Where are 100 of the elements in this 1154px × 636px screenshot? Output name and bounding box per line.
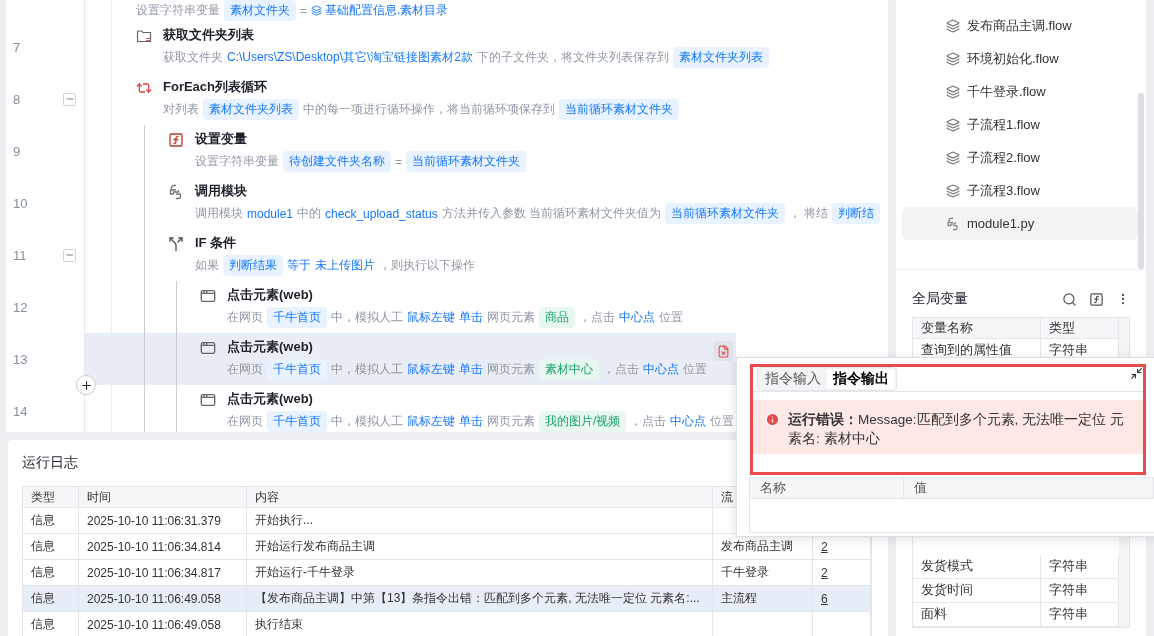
table-cell: 开始运行-千牛登录 (255, 564, 355, 581)
description-text: 中，模拟人工 (331, 309, 403, 326)
click-window-icon (200, 288, 216, 304)
description-text: ，则执行以下操作 (379, 257, 475, 274)
error-icon (765, 412, 780, 427)
layers-icon (946, 150, 960, 165)
tab[interactable]: 指令输入 (759, 369, 827, 389)
value-text: 鼠标左键 (407, 361, 455, 378)
table-cell: 开始执行... (255, 512, 313, 529)
file-item[interactable]: 千牛登录.flow (902, 75, 1138, 108)
line-number: 7 (13, 39, 21, 55)
description-text: 在网页 (227, 361, 263, 378)
value-text: 单击 (459, 413, 483, 430)
column-header: 值 (904, 478, 1154, 498)
line-link[interactable]: 2 (821, 565, 828, 580)
description-text: ，点击 (579, 309, 615, 326)
add-step-button[interactable] (76, 375, 96, 395)
collapse-toggle[interactable] (63, 248, 76, 262)
variable-tag: 待创建文件夹名称 (283, 151, 391, 172)
line-number: 9 (13, 143, 21, 159)
step-row[interactable]: 点击元素(web) 在网页 千牛首页 中，模拟人工 鼠标左键 单击 网页元素 我的图片/视频 ，点击 中心点 位置 (85, 385, 736, 432)
file-item[interactable]: module1.py (902, 207, 1138, 240)
element-tag: 素材中心 (539, 359, 599, 380)
table-cell: 发货时间 (913, 579, 1041, 602)
step-row[interactable]: 获取文件夹列表 获取文件夹 C:\Users\ZS\Desktop\其它\淘宝链接图素材2款 下的子文件夹，将文件夹列表保存到 素材文件夹列表 (85, 21, 888, 73)
search-icon[interactable] (1062, 291, 1077, 307)
description-text: 位置 (683, 361, 707, 378)
scrollbar[interactable] (1138, 93, 1144, 269)
step-title: ForEach列表循环 (163, 78, 268, 96)
error-log-button[interactable] (713, 341, 733, 361)
table-cell: 信息 (31, 564, 55, 581)
description-text: 调用模块 (195, 205, 243, 222)
description-text: 在网页 (227, 413, 263, 430)
step-row[interactable]: 调用模块 调用模块 module1 中的 check_upload_status 方法并传入参数 当前循环素材文件夹值为 当前循环素材文件夹 ， 将结 判断结 (85, 177, 888, 229)
line-link[interactable]: 6 (821, 591, 828, 606)
description-text: 位置 (710, 413, 735, 430)
file-item[interactable]: 环境初始化.flow (902, 42, 1138, 75)
value-text: check_upload_status (325, 206, 438, 221)
line-number: 14 (13, 403, 28, 419)
description-text: 中的 (297, 205, 322, 222)
table-cell: 面料 (913, 603, 1041, 626)
step-title: 设置变量 (195, 130, 248, 148)
collapse-toggle[interactable] (63, 92, 76, 106)
layers-icon (311, 5, 322, 16)
variable-tag: 判断结 (832, 203, 881, 224)
value-text: 中心点 (619, 309, 655, 326)
description-text: 获取文件夹 (163, 49, 223, 66)
table-cell: 2025-10-10 11:06:49.058 (87, 617, 221, 632)
description-text: 中，模拟人工 (331, 413, 403, 430)
description-text: 对列表 (163, 101, 199, 118)
table-cell: 信息 (31, 616, 55, 633)
table-cell: 主流程 (721, 590, 757, 607)
column-header: 名称 (750, 478, 904, 498)
step-title: 点击元素(web) (227, 338, 314, 356)
section-title: 全局变量 (912, 290, 968, 308)
step-title: IF 条件 (195, 234, 238, 252)
log-row[interactable]: 信息 2025-10-10 11:06:34.814 开始运行发布商品主调 发布商品主调 2 (23, 534, 871, 560)
description-text: 网页元素 (487, 361, 535, 378)
description-text: 网页元素 (487, 309, 535, 326)
log-row[interactable]: 信息 2025-10-10 11:06:34.817 开始运行-千牛登录 千牛登录 2 (23, 560, 871, 586)
description-text: 网页元素 (487, 413, 535, 430)
value-text: 鼠标左键 (407, 309, 455, 326)
element-tag: 商品 (539, 307, 575, 328)
step-row[interactable]: 设置变量 设置字符串变量 待创建文件夹名称 = 当前循环素材文件夹 (85, 125, 888, 177)
step-title: 获取文件夹列表 (163, 26, 255, 44)
variable-tag: 千牛首页 (267, 359, 327, 380)
click-window-icon (200, 392, 216, 408)
panel-title: 运行日志 (22, 454, 79, 472)
tab[interactable]: 指令输出 (827, 369, 895, 389)
table-cell: 2025-10-10 11:06:34.817 (87, 565, 221, 580)
step-row[interactable]: 点击元素(web) 在网页 千牛首页 中，模拟人工 鼠标左键 单击 网页元素 素材中心 ，点击 中心点 位置 (85, 333, 736, 385)
table-cell: 信息 (31, 512, 55, 529)
plus-icon (79, 378, 93, 392)
value-text: 单击 (459, 361, 483, 378)
line-link[interactable]: 2 (821, 539, 828, 554)
value-text: 未上传图片 (315, 257, 375, 274)
step-row[interactable]: IF 条件 如果 判断结果 等于 未上传图片 ，则执行以下操作 (85, 229, 888, 281)
shrink-icon[interactable] (1130, 367, 1143, 380)
column-header: 类型 (23, 487, 79, 507)
reference-link[interactable]: 基础配置信息.素材目录 (311, 2, 449, 19)
description-text: 设置字符串变量 (195, 153, 279, 170)
file-item[interactable]: 子流程3.flow (902, 174, 1138, 207)
description-text: = (395, 154, 402, 169)
description-text: ，点击 (630, 413, 667, 430)
description-text: 位置 (659, 309, 683, 326)
file-item[interactable]: 子流程2.flow (902, 141, 1138, 174)
table-cell: 信息 (31, 538, 55, 555)
description-text: 设置字符串变量 (136, 2, 220, 19)
column-header: 变量名称 (913, 318, 1041, 338)
step-row[interactable]: ForEach列表循环 对列表 素材文件夹列表 中的每一项进行循环操作，将当前循环项保存到 当前循环素材文件夹 (85, 73, 888, 125)
value-text: 中心点 (670, 413, 707, 430)
variable-tag: 当前循环素材文件夹 (559, 99, 679, 120)
file-item[interactable]: 发布商品主调.flow (902, 9, 1138, 42)
element-tag: 我的图片/视频 (539, 411, 627, 432)
line-number: 11 (13, 247, 27, 263)
log-row[interactable]: 信息 2025-10-10 11:06:49.058 【发布商品主调】中第【13】条指令出错：匹配到多个元素, 无法唯一定位 元素名:... 主流程 6 (23, 586, 871, 612)
description-text: 如果 (195, 257, 219, 274)
file-item[interactable]: 子流程1.flow (902, 108, 1138, 141)
description-text: = (300, 3, 307, 18)
description-text: 下的子文件夹，将文件夹列表保存到 (477, 49, 670, 66)
